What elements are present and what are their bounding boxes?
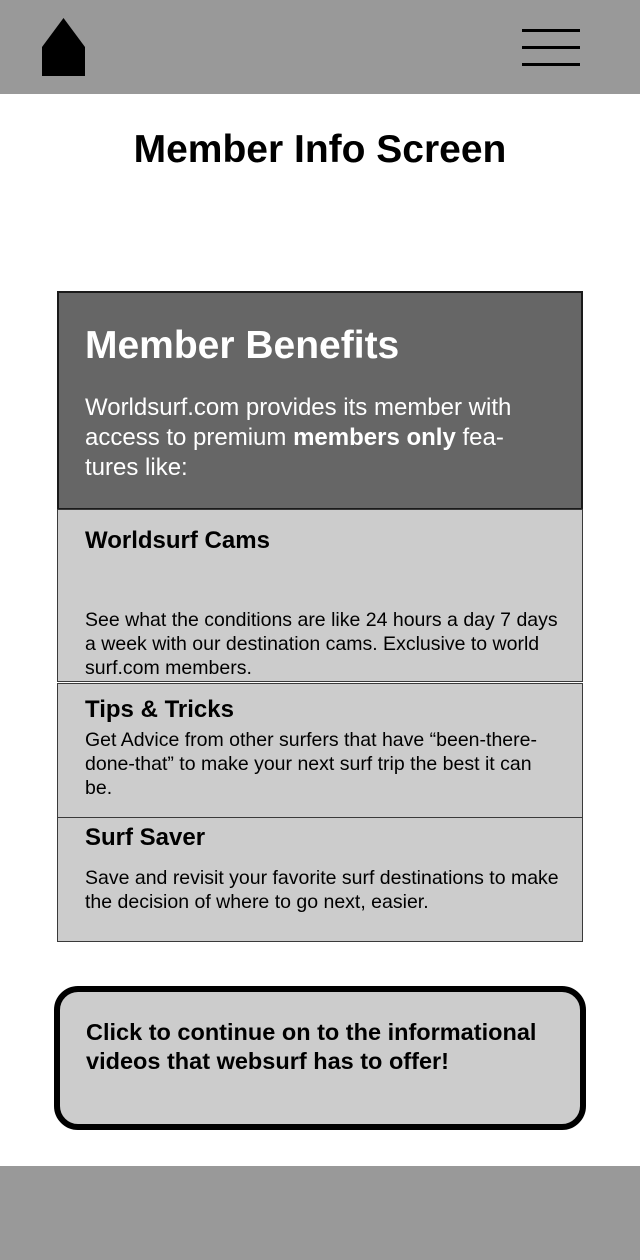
feature-text: Save and revisit your favorite surf dest… [85,867,559,913]
app-header [0,0,640,94]
continue-to-videos-button[interactable]: Click to continue on to the informationa… [54,986,586,1130]
menu-line [522,63,580,66]
feature-title: Worldsurf Cams [85,527,270,554]
hamburger-menu-icon[interactable] [522,29,580,67]
feature-surf-saver: Surf Saver Save and revisit your favorit… [57,817,583,942]
feature-text: See what the conditions are like 24 hour… [85,609,558,679]
benefits-desc-emphasis: members only [293,424,456,451]
home-icon[interactable] [42,18,85,76]
benefits-description: Worldsurf.com provides its member with a… [85,393,555,483]
page-title: Member Info Screen [133,128,507,171]
benefits-hero: Member Benefits Worldsurf.com provides i… [57,291,583,510]
feature-tips-tricks: Tips & Tricks Get Advice from other surf… [57,683,583,818]
benefits-title: Member Benefits [85,324,400,367]
feature-worldsurf-cams: Worldsurf Cams See what the conditions a… [57,509,583,682]
feature-title: Tips & Tricks [85,696,234,723]
feature-text: Get Advice from other surfers that have … [85,729,537,799]
feature-title: Surf Saver [85,824,206,851]
member-benefits-card: Member Benefits Worldsurf.com provides i… [57,291,583,942]
menu-line [522,29,580,32]
menu-line [522,46,580,49]
cta-label: Click to continue on to the informationa… [86,1019,537,1074]
app-footer [0,1166,640,1260]
